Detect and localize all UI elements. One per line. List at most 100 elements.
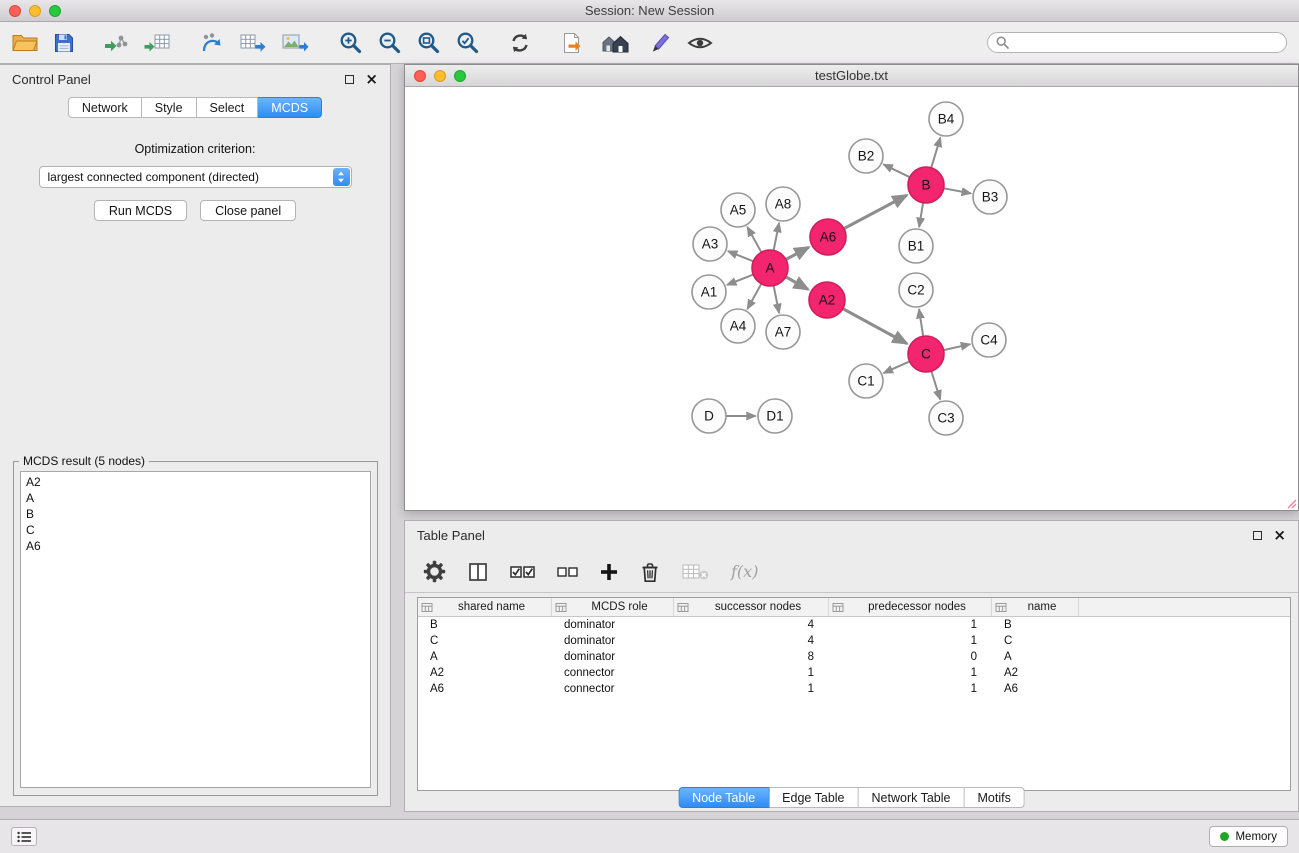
tab-node-table[interactable]: Node Table xyxy=(678,787,769,808)
graph-node-label: B1 xyxy=(908,239,925,254)
mcds-result-item[interactable]: C xyxy=(26,522,365,538)
delete-table-button[interactable] xyxy=(682,563,709,581)
table-panel-title: Table Panel xyxy=(417,528,485,543)
graph-edge-B-B2[interactable] xyxy=(884,164,910,177)
delete-column-button[interactable] xyxy=(640,561,660,583)
network-canvas[interactable]: B4B2BB3A5A8A6B1A3AC2A1A2A4A7C4CC1C3DD1 xyxy=(405,87,1298,510)
graph-edge-C-C4[interactable] xyxy=(944,344,971,350)
graph-edge-A2-C[interactable] xyxy=(843,309,907,344)
tab-edge-table[interactable]: Edge Table xyxy=(769,787,858,808)
deselect-all-button[interactable] xyxy=(557,565,578,579)
memory-button[interactable]: Memory xyxy=(1209,826,1288,847)
mcds-result-item[interactable]: A2 xyxy=(26,474,365,490)
zoom-fit-button[interactable] xyxy=(417,31,440,54)
zoom-in-button[interactable] xyxy=(339,31,362,54)
export-network-button[interactable] xyxy=(200,32,224,54)
select-all-button[interactable] xyxy=(510,564,535,580)
mcds-result-item[interactable]: A6 xyxy=(26,538,365,554)
graph-node-label: A7 xyxy=(775,325,792,340)
search-input[interactable] xyxy=(1014,36,1278,50)
network-zoom-button[interactable] xyxy=(454,70,466,82)
main-toolbar xyxy=(0,22,1299,64)
close-panel-button[interactable]: Close panel xyxy=(200,200,296,221)
graph-edge-A-A5[interactable] xyxy=(747,227,761,252)
table-row[interactable]: A6 connector 1 1 A6 xyxy=(418,681,1290,697)
document-export-button[interactable] xyxy=(561,32,585,54)
cell-mcds-role: dominator xyxy=(552,617,674,633)
network-close-button[interactable] xyxy=(414,70,426,82)
minimize-window-button[interactable] xyxy=(29,5,41,17)
graph-edge-C-C3[interactable] xyxy=(931,371,940,399)
zoom-selected-button[interactable] xyxy=(456,31,479,54)
graph-edge-A-A2[interactable] xyxy=(786,277,808,290)
graph-edge-C-C2[interactable] xyxy=(919,309,923,336)
cell-predecessor-nodes: 0 xyxy=(829,649,992,665)
graph-edge-A-A8[interactable] xyxy=(774,223,780,250)
graph-edge-C-C1[interactable] xyxy=(884,361,910,373)
graph-edge-B-B1[interactable] xyxy=(919,203,923,227)
import-table-button[interactable] xyxy=(144,32,170,54)
add-column-button[interactable] xyxy=(600,563,618,581)
tab-style[interactable]: Style xyxy=(142,97,197,118)
tab-select[interactable]: Select xyxy=(197,97,259,118)
mcds-result-item[interactable]: A xyxy=(26,490,365,506)
zoom-window-button[interactable] xyxy=(49,5,61,17)
graph-node-label: A xyxy=(765,261,774,276)
network-minimize-button[interactable] xyxy=(434,70,446,82)
network-window-titlebar[interactable]: testGlobe.txt xyxy=(405,65,1298,87)
mcds-result-item[interactable]: B xyxy=(26,506,365,522)
export-table-button[interactable] xyxy=(240,32,266,54)
close-table-panel-icon[interactable]: × xyxy=(1273,530,1286,540)
refresh-button[interactable] xyxy=(509,32,531,54)
import-network-button[interactable] xyxy=(104,32,128,54)
filter-button[interactable] xyxy=(647,32,671,54)
gear-icon xyxy=(423,560,446,583)
optimization-criterion-select[interactable]: largest connected component (directed) xyxy=(39,166,352,188)
home-button[interactable] xyxy=(601,32,631,54)
table-row[interactable]: B dominator 4 1 B xyxy=(418,617,1290,633)
float-panel-icon[interactable] xyxy=(345,75,354,84)
window-resize-grip[interactable] xyxy=(1284,496,1297,509)
tab-network-table[interactable]: Network Table xyxy=(859,787,965,808)
table-row[interactable]: A2 connector 1 1 A2 xyxy=(418,665,1290,681)
column-header-successor-nodes[interactable]: successor nodes xyxy=(674,598,829,616)
mcds-result-list: A2 A B C A6 xyxy=(20,471,371,788)
tab-network[interactable]: Network xyxy=(68,97,142,118)
function-builder-button[interactable]: f(x) xyxy=(731,562,758,581)
close-panel-icon[interactable]: × xyxy=(365,74,378,84)
cell-successor-nodes: 4 xyxy=(674,617,829,633)
graph-edge-A-A7[interactable] xyxy=(774,286,780,313)
column-header-name[interactable]: name xyxy=(992,598,1079,616)
save-session-button[interactable] xyxy=(54,33,74,53)
graph-edge-B-B3[interactable] xyxy=(944,188,971,193)
export-group xyxy=(200,32,309,54)
graph-edge-A-A1[interactable] xyxy=(727,275,753,285)
column-header-mcds-role[interactable]: MCDS role xyxy=(552,598,674,616)
column-header-predecessor-nodes[interactable]: predecessor nodes xyxy=(829,598,992,616)
close-window-button[interactable] xyxy=(9,5,21,17)
graph-edge-A-A6[interactable] xyxy=(786,247,809,259)
dropdown-stepper-icon xyxy=(333,168,350,186)
tab-motifs[interactable]: Motifs xyxy=(964,787,1024,808)
open-session-button[interactable] xyxy=(12,33,38,53)
show-hide-button[interactable] xyxy=(687,34,713,52)
table-row[interactable]: A dominator 8 0 A xyxy=(418,649,1290,665)
cell-successor-nodes: 1 xyxy=(674,665,829,681)
graph-edge-A-A4[interactable] xyxy=(747,284,761,309)
graph-edge-B-B4[interactable] xyxy=(931,138,940,168)
zoom-out-button[interactable] xyxy=(378,31,401,54)
cell-successor-nodes: 4 xyxy=(674,633,829,649)
run-mcds-button[interactable]: Run MCDS xyxy=(94,200,187,221)
show-columns-button[interactable] xyxy=(468,562,488,582)
float-table-panel-icon[interactable] xyxy=(1253,531,1262,540)
column-header-shared-name[interactable]: shared name xyxy=(418,598,552,616)
graph-node-label: B2 xyxy=(858,149,875,164)
graph-edge-A-A3[interactable] xyxy=(728,251,753,261)
task-history-button[interactable] xyxy=(11,827,37,846)
graph-edge-A6-B[interactable] xyxy=(844,195,907,228)
table-settings-button[interactable] xyxy=(423,560,446,583)
export-image-button[interactable] xyxy=(282,32,309,54)
tab-mcds[interactable]: MCDS xyxy=(258,97,322,118)
table-row[interactable]: C dominator 4 1 C xyxy=(418,633,1290,649)
titlebar[interactable]: Session: New Session xyxy=(0,0,1299,22)
